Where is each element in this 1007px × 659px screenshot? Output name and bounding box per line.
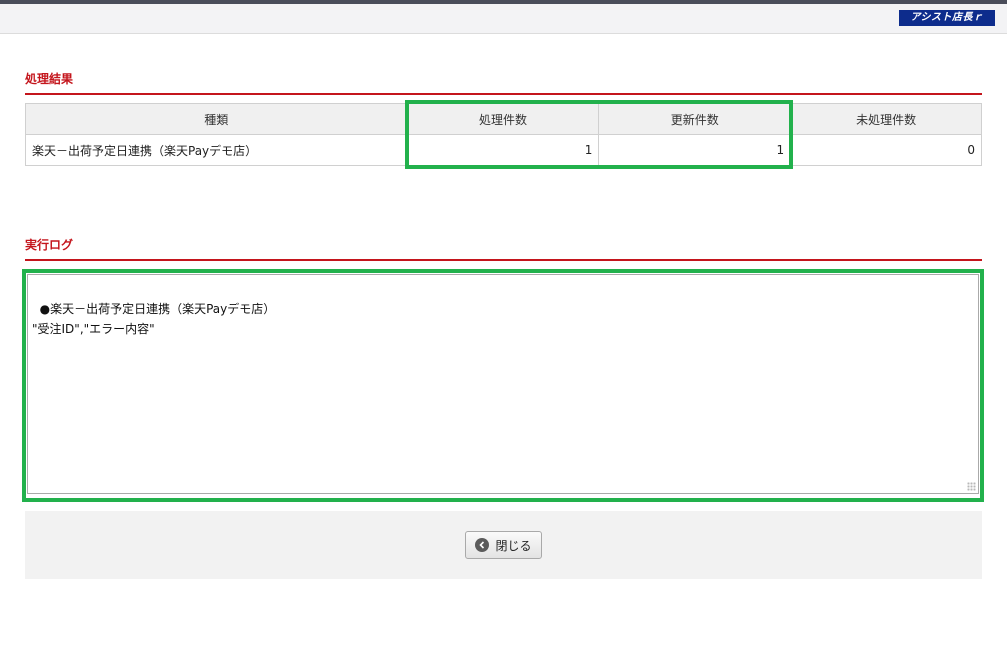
- top-bar: アシスト店長ｒ: [0, 0, 1007, 34]
- header-processed-count: 処理件数: [406, 103, 600, 135]
- back-arrow-icon: [475, 538, 490, 552]
- header-updated-count: 更新件数: [598, 103, 792, 135]
- header-unprocessed-count: 未処理件数: [790, 103, 982, 135]
- cell-updated-count: 1: [598, 134, 792, 166]
- resize-grip-icon[interactable]: [967, 482, 976, 491]
- result-section-title: 処理結果: [25, 70, 982, 95]
- close-button[interactable]: 閉じる: [465, 531, 542, 559]
- execution-log-textarea[interactable]: ●楽天－出荷予定日連携（楽天Payデモ店） "受注ID","エラー内容": [27, 274, 979, 494]
- log-section-title: 実行ログ: [25, 236, 982, 261]
- cell-unprocessed-count: 0: [790, 134, 982, 166]
- header-type: 種類: [25, 103, 408, 135]
- table-header-row: 種類 処理件数 更新件数 未処理件数: [25, 103, 982, 135]
- close-button-label: 閉じる: [495, 538, 532, 553]
- footer-panel: 閉じる: [25, 511, 982, 579]
- log-text: ●楽天－出荷予定日連携（楽天Payデモ店） "受注ID","エラー内容": [32, 302, 276, 336]
- app-logo: アシスト店長ｒ: [899, 10, 995, 26]
- cell-type: 楽天－出荷予定日連携（楽天Payデモ店）: [25, 134, 408, 166]
- cell-processed-count: 1: [406, 134, 600, 166]
- table-row: 楽天－出荷予定日連携（楽天Payデモ店） 1 1 0: [25, 134, 982, 166]
- result-table: 種類 処理件数 更新件数 未処理件数 楽天－出荷予定日連携（楽天Payデモ店） …: [25, 103, 982, 166]
